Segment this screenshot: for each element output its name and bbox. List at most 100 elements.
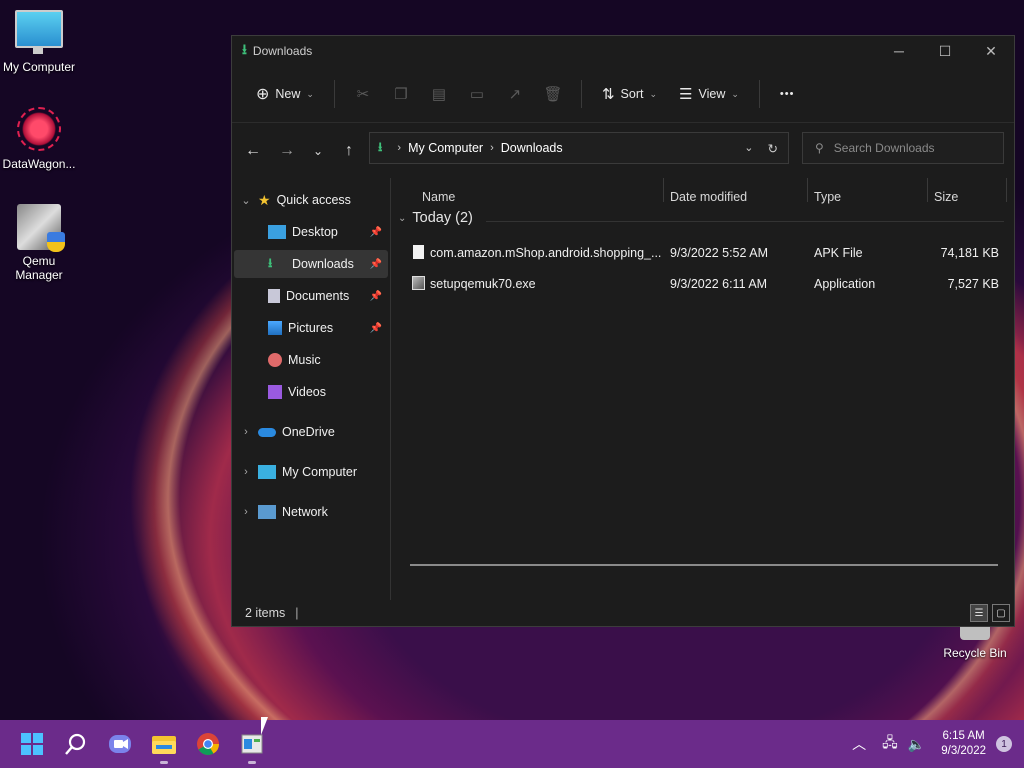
breadcrumb-separator-icon: › (490, 142, 494, 154)
recent-locations-chevron-icon[interactable]: ⌄ (304, 144, 332, 158)
status-divider: | (295, 606, 299, 620)
close-button[interactable]: ✕ (968, 43, 1014, 60)
minimize-button[interactable]: ─ (876, 43, 922, 60)
expand-chevron-icon[interactable]: › (234, 506, 258, 518)
start-button[interactable] (18, 730, 46, 758)
back-arrow-icon[interactable]: ← (236, 142, 270, 160)
column-divider[interactable] (807, 178, 808, 202)
group-divider (486, 221, 1004, 222)
column-header-date-modified[interactable]: Date modified (670, 178, 747, 216)
view-label: View (698, 87, 726, 101)
file-size: 7,527 KB (947, 277, 999, 291)
nav-item-network[interactable]: › Network (234, 498, 388, 526)
file-list: Name Date modified Type Size ⌄ Today (2)… (392, 178, 1007, 600)
nav-label: OneDrive (282, 425, 335, 439)
desktop-folder-icon (268, 225, 286, 239)
tiles-view-icon[interactable]: ▢ (992, 604, 1010, 622)
desktop-icon-recycle-bin[interactable]: Recycle Bin (935, 624, 1015, 660)
nav-item-desktop[interactable]: Desktop 📌 (234, 218, 388, 246)
refresh-icon[interactable]: ↻ (768, 141, 778, 156)
chat-button[interactable] (106, 730, 134, 758)
desktop-icon-label: My Computer (2, 60, 76, 74)
nav-item-onedrive[interactable]: › OneDrive (234, 418, 388, 446)
chrome-taskbar-button[interactable] (194, 730, 222, 758)
pin-icon[interactable]: 📌 (370, 323, 382, 334)
address-bar[interactable]: ⭳ › My Computer › Downloads ⌄ ↻ (369, 132, 789, 164)
nav-quick-access[interactable]: ⌄ ★ Quick access (234, 186, 388, 214)
chevron-down-icon: ⌄ (731, 88, 739, 99)
search-icon: ⚲ (815, 141, 824, 155)
desktop-icon-my-computer[interactable]: My Computer (0, 10, 79, 74)
details-view-icon[interactable]: ☰ (970, 604, 988, 622)
group-header-today[interactable]: ⌄ Today (2) (398, 210, 473, 226)
nav-label: Desktop (292, 225, 338, 239)
network-status-icon[interactable]: 🖧 (882, 732, 898, 756)
videos-icon (268, 385, 282, 399)
notification-badge[interactable]: 1 (996, 736, 1012, 752)
mouse-cursor-icon (261, 717, 268, 735)
address-history-chevron-icon[interactable]: ⌄ (744, 141, 753, 156)
running-indicator (160, 761, 168, 764)
column-header-size[interactable]: Size (934, 178, 958, 216)
item-count: 2 items (245, 606, 286, 620)
nav-label: Downloads (292, 257, 354, 271)
rename-icon[interactable]: ▭ (461, 85, 493, 103)
new-button[interactable]: ⊕ New ⌄ (248, 78, 322, 110)
copy-icon[interactable]: ❐ (385, 85, 417, 103)
clock[interactable]: 6:15 AM 9/3/2022 (941, 729, 986, 759)
desktop-icon-label: DataWagon... (2, 157, 76, 171)
more-options-button[interactable]: ••• (772, 82, 803, 106)
expand-chevron-icon[interactable]: ⌄ (234, 194, 258, 207)
maximize-button[interactable]: ☐ (922, 43, 968, 60)
breadcrumb-downloads[interactable]: Downloads (501, 141, 563, 155)
nav-label: Videos (288, 385, 326, 399)
expand-chevron-icon[interactable]: › (234, 466, 258, 478)
star-icon: ★ (258, 191, 271, 208)
nav-item-my-computer[interactable]: › My Computer (234, 458, 388, 486)
search-input[interactable]: ⚲ Search Downloads (802, 132, 1004, 164)
desktop-icon-datawagon[interactable]: DataWagon... (0, 107, 79, 171)
qemu-icon (17, 204, 65, 252)
nav-item-pictures[interactable]: Pictures 📌 (234, 314, 388, 342)
show-hidden-icons-chevron-icon[interactable]: ︿ (852, 734, 866, 754)
clock-time: 6:15 AM (942, 730, 985, 742)
toolbar-divider (758, 80, 760, 108)
column-divider[interactable] (663, 178, 664, 202)
pin-icon[interactable]: 📌 (370, 227, 382, 238)
network-icon (258, 505, 276, 519)
table-row[interactable]: setupqemuk70.exe 9/3/2022 6:11 AM Applic… (392, 269, 1004, 299)
sort-button[interactable]: ⇅ Sort ⌄ (594, 79, 665, 109)
download-icon: ⭳ (242, 41, 247, 57)
breadcrumb-my-computer[interactable]: My Computer (408, 141, 483, 155)
delete-icon[interactable]: 🗑 (537, 85, 569, 103)
view-button[interactable]: ☰ View ⌄ (671, 79, 747, 109)
column-divider[interactable] (1006, 178, 1007, 202)
table-row[interactable]: com.amazon.mShop.android.shopping_... 9/… (392, 238, 1004, 268)
desktop-icon-qemu-manager[interactable]: Qemu Manager (0, 204, 79, 282)
pin-icon[interactable]: 📌 (370, 259, 382, 270)
forward-arrow-icon[interactable]: → (270, 142, 304, 160)
volume-icon[interactable]: 🔈 (908, 736, 925, 753)
plus-circle-icon: ⊕ (256, 86, 270, 103)
nav-item-music[interactable]: Music (234, 346, 388, 374)
paste-icon[interactable]: ▤ (423, 85, 455, 103)
nav-item-documents[interactable]: Documents 📌 (234, 282, 388, 310)
nav-label: Network (282, 505, 328, 519)
pin-icon[interactable]: 📌 (370, 291, 382, 302)
cut-icon[interactable]: ✂ (347, 85, 379, 103)
file-date: 9/3/2022 5:52 AM (670, 246, 768, 260)
search-button[interactable] (62, 730, 90, 758)
download-icon: ⭳ (268, 255, 273, 270)
title-bar[interactable]: ⭳ Downloads ─ ☐ ✕ (232, 36, 1014, 66)
monitor-icon (15, 10, 63, 54)
share-icon[interactable]: ↗ (499, 85, 531, 103)
file-explorer-taskbar-button[interactable] (150, 730, 178, 764)
horizontal-scrollbar[interactable] (410, 564, 998, 566)
nav-item-downloads[interactable]: ⭳ Downloads 📌 (234, 250, 388, 278)
application-icon (241, 734, 263, 754)
up-arrow-icon[interactable]: ↑ (332, 142, 366, 160)
column-header-type[interactable]: Type (814, 178, 841, 216)
expand-chevron-icon[interactable]: › (234, 426, 258, 438)
column-divider[interactable] (927, 178, 928, 202)
nav-item-videos[interactable]: Videos (234, 378, 388, 406)
